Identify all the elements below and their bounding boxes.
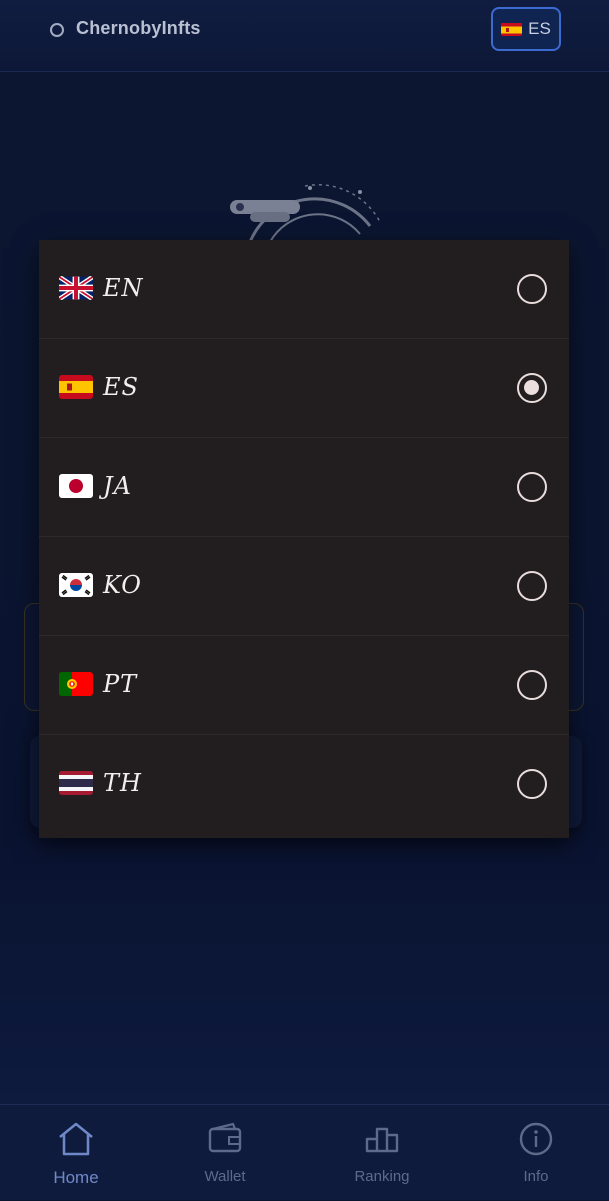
language-code: JA xyxy=(103,472,132,500)
ranking-icon xyxy=(365,1127,399,1153)
radio-button[interactable] xyxy=(517,571,547,601)
nav-label: Wallet xyxy=(204,1168,246,1185)
nav-item-ranking[interactable]: Ranking xyxy=(306,1105,458,1201)
radio-button[interactable] xyxy=(517,274,547,304)
language-option-ko[interactable]: KO xyxy=(39,537,569,636)
nav-item-wallet[interactable]: Wallet xyxy=(149,1105,301,1201)
spain-flag-icon xyxy=(59,375,93,399)
thailand-flag-icon xyxy=(59,771,93,795)
language-selector-button[interactable]: ES xyxy=(491,7,561,51)
portugal-flag-icon xyxy=(59,672,93,696)
wallet-icon xyxy=(208,1122,242,1153)
language-option-ja[interactable]: JA xyxy=(39,438,569,537)
app-title: ChernobyInfts xyxy=(76,18,201,38)
uk-flag-icon xyxy=(59,276,93,300)
nav-item-info[interactable]: Info xyxy=(460,1105,609,1201)
language-option-pt[interactable]: PT xyxy=(39,636,569,735)
language-code: PT xyxy=(103,670,138,698)
radio-button[interactable] xyxy=(517,769,547,799)
nav-label: Ranking xyxy=(354,1168,410,1185)
japan-flag-icon xyxy=(59,474,93,498)
nav-item-home[interactable]: Home xyxy=(0,1105,152,1201)
language-button-label: ES xyxy=(528,19,551,38)
info-icon xyxy=(519,1122,553,1156)
radio-button-selected[interactable] xyxy=(517,373,547,403)
language-option-en[interactable]: EN xyxy=(39,240,569,339)
circuit-logo-icon xyxy=(230,184,381,243)
nav-label: Info xyxy=(523,1168,549,1185)
language-code: EN xyxy=(103,274,144,302)
language-selection-modal: EN ES JA KO PT TH xyxy=(39,240,569,838)
radio-button[interactable] xyxy=(517,670,547,700)
home-icon xyxy=(59,1122,93,1156)
spain-flag-icon xyxy=(501,22,523,36)
language-option-th[interactable]: TH xyxy=(39,735,569,834)
status-indicator-icon xyxy=(50,23,64,37)
nav-label: Home xyxy=(53,1168,99,1187)
bottom-navigation: Home Wallet Ranking Info xyxy=(0,1104,609,1200)
app-header: ChernobyInfts ES xyxy=(0,0,609,72)
radio-button[interactable] xyxy=(517,472,547,502)
language-code: TH xyxy=(103,769,142,797)
korea-flag-icon xyxy=(59,573,93,597)
language-code: KO xyxy=(103,571,142,599)
language-code: ES xyxy=(103,373,139,401)
language-option-es[interactable]: ES xyxy=(39,339,569,438)
